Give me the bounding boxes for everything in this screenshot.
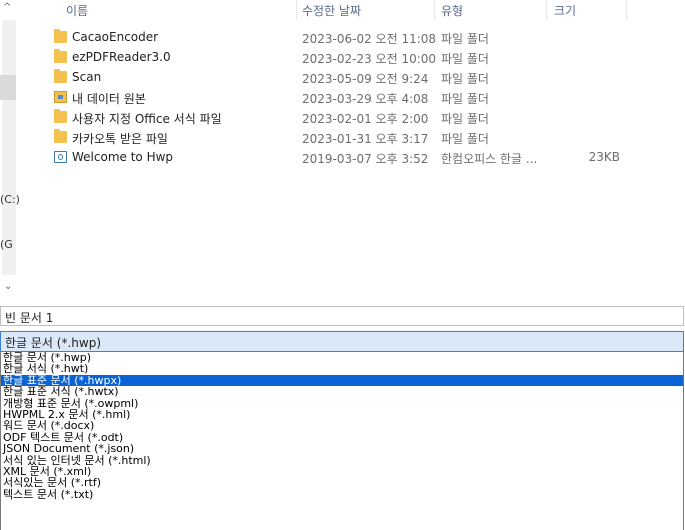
folder-icon xyxy=(54,29,67,43)
file-name: ezPDFReader3.0 xyxy=(72,50,171,64)
file-size: 23KB xyxy=(588,150,620,164)
column-separator[interactable] xyxy=(296,0,297,20)
file-type-select[interactable]: 한글 문서 (*.hwp) xyxy=(0,331,684,352)
column-separator[interactable] xyxy=(626,0,627,20)
file-type-option[interactable]: 서식 있는 인터넷 문서 (*.html) xyxy=(1,454,683,466)
file-name: Scan xyxy=(72,70,102,84)
file-name-value: 빈 문서 1 xyxy=(5,311,54,325)
file-modified: 2023-05-09 오전 9:24 xyxy=(302,72,429,86)
image-folder-icon xyxy=(54,91,67,103)
column-type[interactable]: 유형 xyxy=(441,2,463,19)
folder-icon xyxy=(54,129,67,143)
file-row[interactable]: ezPDFReader3.0 2023-02-23 오전 10:00 파일 폴더 xyxy=(52,48,652,68)
folder-icon xyxy=(54,109,67,123)
scroll-up-icon[interactable]: ^ xyxy=(3,3,11,13)
file-name: CacaoEncoder xyxy=(72,30,159,44)
file-modified: 2023-01-31 오후 3:17 xyxy=(302,132,429,146)
file-row[interactable]: 카카오톡 받은 파일 2023-01-31 오후 3:17 파일 폴더 xyxy=(52,128,652,148)
file-name: 카카오톡 받은 파일 xyxy=(72,132,168,146)
file-type-selected: 한글 문서 (*.hwp) xyxy=(5,336,102,350)
file-name: 내 데이터 원본 xyxy=(72,92,146,106)
file-row[interactable]: Welcome to Hwp 2019-03-07 오후 3:52 한컴오피스 … xyxy=(52,148,652,168)
nav-scroll-thumb[interactable] xyxy=(0,75,16,100)
file-type: 파일 폴더 xyxy=(441,92,489,106)
file-type-option[interactable]: JSON Document (*.json) xyxy=(1,443,683,455)
folder-icon xyxy=(54,69,67,83)
file-type: 한컴오피스 한글 ... xyxy=(441,152,538,166)
file-modified: 2019-03-07 오후 3:52 xyxy=(302,152,429,166)
file-type-option[interactable]: XML 문서 (*.xml) xyxy=(1,466,683,478)
file-type: 파일 폴더 xyxy=(441,32,489,46)
file-modified: 2023-03-29 오후 4:08 xyxy=(302,92,429,106)
file-type-option[interactable]: 한글 표준 서식 (*.hwtx) xyxy=(1,386,683,398)
file-type: 파일 폴더 xyxy=(441,132,489,146)
file-name-input[interactable]: 빈 문서 1 xyxy=(0,306,684,326)
column-separator[interactable] xyxy=(434,0,435,20)
file-type: 파일 폴더 xyxy=(441,72,489,86)
file-modified: 2023-02-01 오후 2:00 xyxy=(302,112,429,126)
hwp-file-icon xyxy=(54,151,67,163)
file-modified: 2023-02-23 오전 10:00 xyxy=(302,52,437,66)
column-name[interactable]: 이름 xyxy=(66,2,88,19)
file-type: 파일 폴더 xyxy=(441,112,489,126)
nav-scroll-track[interactable] xyxy=(2,20,16,275)
file-type: 파일 폴더 xyxy=(441,52,489,66)
file-modified: 2023-06-02 오전 11:08 xyxy=(302,32,437,46)
folder-icon xyxy=(54,49,67,63)
nav-item-drive-g[interactable]: (G xyxy=(0,238,13,251)
file-type-option[interactable]: HWPML 2.x 문서 (*.hml) xyxy=(1,409,683,421)
column-modified[interactable]: 수정한 날짜 xyxy=(302,2,361,19)
file-list-header: 이름 수정한 날짜 유형 크기 xyxy=(60,0,685,20)
scroll-down-icon[interactable]: ⌄ xyxy=(4,282,12,292)
file-type-dropdown-list: 한글 문서 (*.hwp) 한글 서식 (*.hwt) 한글 표준 문서 (*.… xyxy=(0,352,684,530)
file-row[interactable]: 내 데이터 원본 2023-03-29 오후 4:08 파일 폴더 xyxy=(52,88,652,108)
file-type-option[interactable]: 한글 문서 (*.hwp) xyxy=(1,352,683,363)
nav-item-drive-c[interactable]: (C:) xyxy=(0,193,20,206)
column-size[interactable]: 크기 xyxy=(554,2,576,19)
file-type-option[interactable]: 서식있는 문서 (*.rtf) xyxy=(1,477,683,489)
file-row[interactable]: 사용자 지정 Office 서식 파일 2023-02-01 오후 2:00 파… xyxy=(52,108,652,128)
file-row[interactable]: Scan 2023-05-09 오전 9:24 파일 폴더 xyxy=(52,68,652,88)
file-row[interactable]: CacaoEncoder 2023-06-02 오전 11:08 파일 폴더 xyxy=(52,28,652,48)
file-name: Welcome to Hwp xyxy=(72,150,174,164)
file-type-option[interactable]: 텍스트 문서 (*.txt) xyxy=(1,488,683,500)
navigation-pane: ^ (C:) (G ⌄ xyxy=(0,0,20,295)
file-name: 사용자 지정 Office 서식 파일 xyxy=(72,112,222,126)
column-separator[interactable] xyxy=(546,0,547,20)
